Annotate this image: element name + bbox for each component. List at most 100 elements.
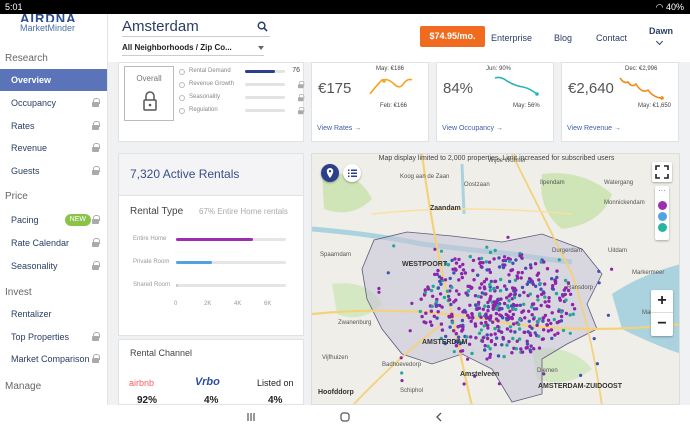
map-list-toggle[interactable]	[343, 164, 361, 182]
property-marker	[592, 337, 596, 341]
sidebar-item-market-comparison[interactable]: Market Comparison	[0, 348, 107, 370]
property-marker	[468, 254, 472, 259]
property-marker	[435, 316, 439, 320]
map-canvas[interactable]: Oostzaan Ilpendam Koog aan de Zaan Zaandam W…	[312, 154, 680, 405]
zoom-out-button[interactable]: −	[651, 313, 673, 336]
metric-info-icon[interactable]	[179, 82, 185, 88]
logo[interactable]: AIRDNA MarketMinder	[20, 14, 77, 33]
property-marker	[460, 275, 464, 280]
sidebar-item-label: Pacing	[11, 215, 39, 225]
property-marker	[513, 330, 517, 334]
sidebar-item-pacing[interactable]: Pacing NEW	[0, 209, 107, 231]
sidebar-item-rate-calendar[interactable]: Rate Calendar	[0, 232, 107, 254]
sidebar-item-guests[interactable]: Guests	[0, 160, 107, 182]
sidebar-item-revenue[interactable]: Revenue	[0, 137, 107, 159]
search-icon[interactable]	[257, 21, 268, 32]
contact-link[interactable]: Contact	[596, 33, 627, 43]
blog-link[interactable]: Blog	[554, 33, 572, 43]
property-marker	[484, 260, 488, 264]
property-marker	[508, 325, 513, 329]
neighborhood-select[interactable]: All Neighborhoods / Zip Co...	[122, 40, 264, 56]
view-occupancy-link[interactable]: View Occupancy →	[442, 125, 503, 132]
fullscreen-button[interactable]	[652, 162, 672, 182]
zoom-in-button[interactable]: +	[651, 290, 673, 313]
property-marker	[428, 320, 433, 324]
sidebar-item-rentalizer[interactable]: Rentalizer	[0, 303, 107, 325]
property-marker	[482, 280, 487, 284]
property-marker	[503, 284, 507, 288]
property-marker	[519, 347, 523, 351]
sparkline-marker	[382, 79, 386, 83]
metric-label: Regulation	[189, 107, 218, 113]
metric-info-icon[interactable]	[179, 108, 185, 114]
map-pin-toggle[interactable]	[321, 164, 339, 182]
shared-room-filter-icon[interactable]	[657, 223, 667, 232]
sidebar-item-occupancy[interactable]: Occupancy	[0, 92, 107, 114]
property-marker	[537, 334, 541, 338]
view-revenue-link[interactable]: View Revenue →	[567, 125, 621, 132]
sidebar-item-label: Top Properties	[11, 332, 70, 342]
city-search[interactable]: Amsterdam	[122, 17, 270, 37]
kpi-sparkline	[369, 78, 413, 95]
property-marker	[491, 320, 495, 324]
property-marker	[555, 269, 559, 273]
property-marker	[485, 268, 489, 272]
property-marker	[420, 314, 424, 319]
property-marker	[595, 362, 599, 366]
sidebar-item-label: Rate Calendar	[11, 238, 70, 248]
sidebar-item-top-properties[interactable]: Top Properties	[0, 326, 107, 348]
property-marker	[423, 288, 427, 292]
property-marker	[530, 313, 534, 317]
metric-info-icon[interactable]	[179, 95, 185, 101]
property-marker	[546, 329, 551, 333]
sidebar-item-label: Revenue	[11, 143, 48, 153]
rental-type-bar	[176, 238, 253, 241]
property-marker	[485, 336, 490, 341]
property-marker	[502, 301, 507, 306]
back-icon[interactable]	[433, 411, 445, 423]
kpi-low: May: €1,650	[638, 103, 672, 109]
sidebar-item-rates[interactable]: Rates	[0, 115, 107, 137]
property-marker	[488, 282, 492, 287]
subscribe-button[interactable]: $74.95/mo.	[420, 26, 485, 47]
property-marker	[488, 250, 493, 255]
property-marker	[485, 245, 489, 249]
entire-home-filter-icon[interactable]	[657, 201, 667, 210]
more-icon[interactable]: ···	[655, 186, 669, 199]
property-marker	[515, 303, 519, 308]
property-marker	[469, 335, 473, 339]
property-marker	[443, 278, 448, 282]
property-marker	[492, 257, 496, 261]
sidebar-item-seasonality[interactable]: Seasonality	[0, 255, 107, 277]
property-marker	[488, 270, 493, 275]
property-marker	[509, 292, 513, 296]
metric-info-icon[interactable]	[179, 69, 185, 75]
property-marker	[534, 284, 538, 288]
property-marker	[488, 316, 493, 320]
search-input[interactable]: Amsterdam	[122, 17, 270, 37]
property-marker	[512, 289, 517, 293]
view-rates-link[interactable]: View Rates →	[317, 125, 361, 132]
rental-type-bar-track	[176, 284, 286, 287]
user-menu[interactable]: Dawn	[649, 26, 673, 46]
property-marker	[559, 314, 564, 319]
lock-icon	[92, 143, 99, 152]
kpi-value: €175	[318, 80, 352, 97]
overall-score-card: Overall Rental Demand 76 Revenue Growth Sea…	[118, 62, 304, 142]
new-badge: NEW	[64, 214, 91, 226]
property-marker	[426, 287, 431, 291]
property-marker	[511, 336, 515, 341]
property-marker	[527, 319, 531, 323]
property-marker	[377, 290, 381, 294]
enterprise-link[interactable]: Enterprise	[491, 33, 532, 43]
property-marker	[515, 276, 520, 280]
property-marker	[392, 244, 396, 248]
private-room-filter-icon[interactable]	[657, 212, 667, 221]
recents-icon[interactable]	[245, 411, 257, 423]
property-map[interactable]: Oostzaan Ilpendam Koog aan de Zaan Zaandam W…	[311, 153, 680, 405]
property-marker	[494, 311, 499, 316]
home-icon[interactable]	[339, 411, 351, 423]
sidebar-item-overview[interactable]: Overview	[0, 69, 107, 91]
property-marker	[474, 303, 478, 307]
property-marker	[558, 298, 562, 302]
